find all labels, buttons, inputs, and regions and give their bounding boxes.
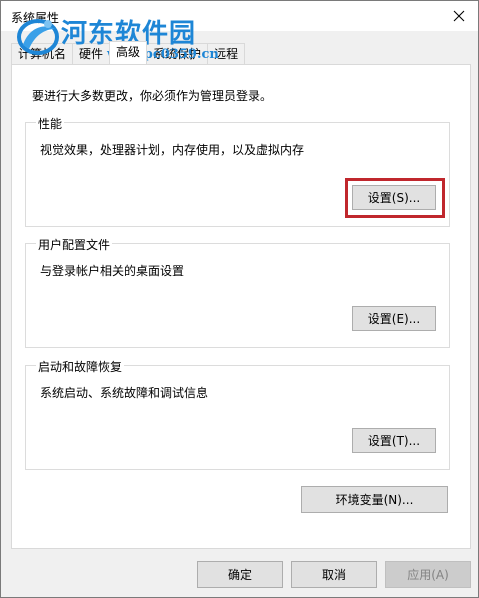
tab-strip: 计算机名 硬件 高级 系统保护 远程 (11, 41, 246, 65)
user-profiles-label: 用户配置文件 (36, 236, 113, 253)
advanced-tab-panel: 要进行大多数更改，你必须作为管理员登录。 性能 视觉效果，处理器计划，内存使用，… (11, 64, 471, 549)
user-profiles-desc: 与登录帐户相关的桌面设置 (40, 264, 185, 278)
tab-system-protection[interactable]: 系统保护 (146, 43, 209, 64)
window-title: 系统属性 (11, 11, 60, 25)
tab-advanced[interactable]: 高级 (109, 41, 148, 64)
apply-button[interactable]: 应用(A) (385, 561, 471, 588)
environment-variables-button[interactable]: 环境变量(N)... (301, 486, 448, 513)
close-icon (453, 10, 465, 22)
startup-recovery-label: 启动和故障恢复 (36, 358, 125, 375)
user-profiles-settings-button[interactable]: 设置(E)... (352, 306, 436, 331)
performance-settings-button[interactable]: 设置(S)... (352, 185, 436, 210)
tab-computer-name[interactable]: 计算机名 (11, 43, 74, 64)
cancel-button[interactable]: 取消 (291, 561, 377, 588)
title-bar: 系统属性 (1, 1, 478, 31)
startup-recovery-desc: 系统启动、系统故障和调试信息 (40, 386, 209, 400)
tab-hardware[interactable]: 硬件 (72, 43, 111, 64)
performance-label: 性能 (36, 115, 65, 132)
tab-remote[interactable]: 远程 (207, 43, 246, 64)
close-button[interactable] (442, 1, 476, 31)
admin-note: 要进行大多数更改，你必须作为管理员登录。 (32, 89, 273, 103)
performance-group: 性能 视觉效果，处理器计划，内存使用，以及虚拟内存 设置(S)... (25, 115, 450, 227)
user-profiles-group: 用户配置文件 与登录帐户相关的桌面设置 设置(E)... (25, 236, 450, 348)
startup-recovery-group: 启动和故障恢复 系统启动、系统故障和调试信息 设置(T)... (25, 358, 450, 470)
startup-recovery-settings-button[interactable]: 设置(T)... (352, 428, 436, 453)
performance-desc: 视觉效果，处理器计划，内存使用，以及虚拟内存 (40, 143, 305, 157)
ok-button[interactable]: 确定 (197, 561, 283, 588)
system-properties-window: 系统属性 计算机名 硬件 高级 系统保护 远程 要进行大多数更改，你必须作为管理… (0, 0, 479, 598)
